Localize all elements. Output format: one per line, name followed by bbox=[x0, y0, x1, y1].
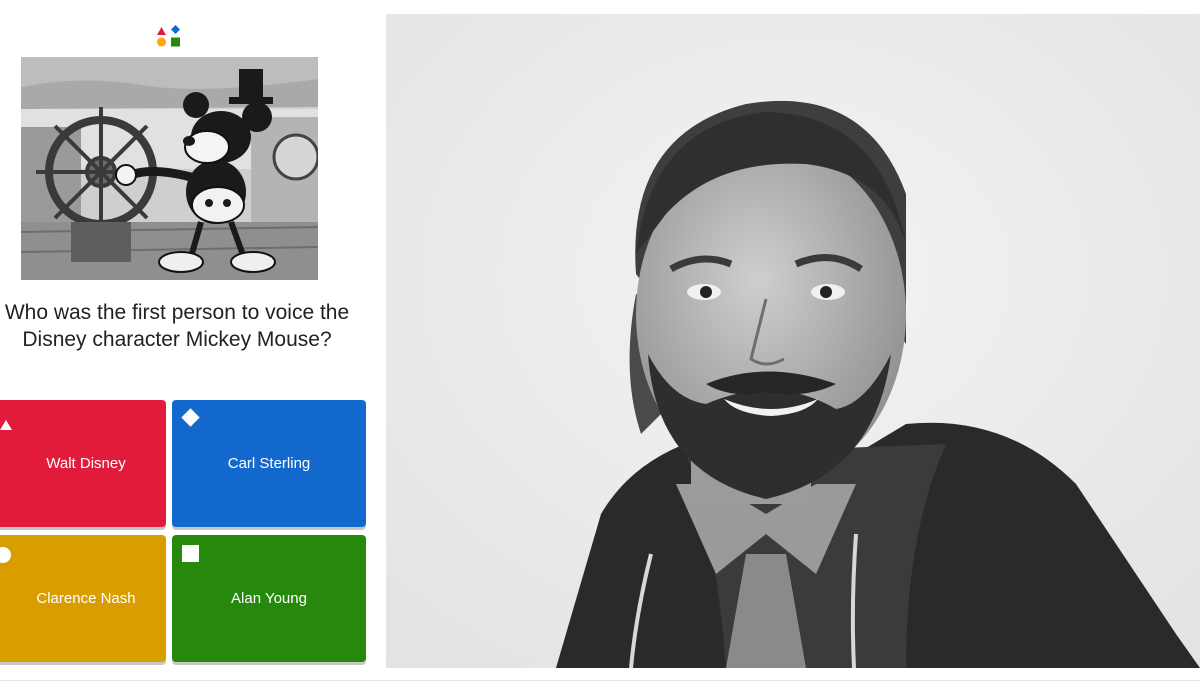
diamond-icon bbox=[181, 408, 200, 427]
answer-label: Clarence Nash bbox=[36, 590, 136, 607]
question-image bbox=[21, 57, 318, 280]
answer-label: Alan Young bbox=[231, 590, 307, 607]
answer-button-red[interactable]: Walt Disney bbox=[0, 400, 166, 527]
steamboat-willie-illustration bbox=[21, 57, 318, 280]
answer-label: Walt Disney bbox=[46, 455, 126, 472]
answer-label: Carl Sterling bbox=[227, 455, 311, 472]
triangle-icon bbox=[0, 420, 12, 430]
answer-button-blue[interactable]: Carl Sterling bbox=[172, 400, 366, 527]
question-text: Who was the first person to voice the Di… bbox=[4, 301, 350, 351]
portrait-illustration bbox=[386, 14, 1200, 668]
portrait-photo bbox=[386, 14, 1200, 668]
square-icon bbox=[182, 545, 199, 562]
circle-icon bbox=[0, 547, 11, 563]
answer-button-green[interactable]: Alan Young bbox=[172, 535, 366, 662]
divider bbox=[0, 680, 1200, 681]
answer-button-yellow[interactable]: Clarence Nash bbox=[0, 535, 166, 662]
kahoot-logo-icon bbox=[157, 25, 180, 47]
quiz-panel: Who was the first person to voice the Di… bbox=[0, 0, 380, 683]
page: Who was the first person to voice the Di… bbox=[0, 0, 1200, 683]
